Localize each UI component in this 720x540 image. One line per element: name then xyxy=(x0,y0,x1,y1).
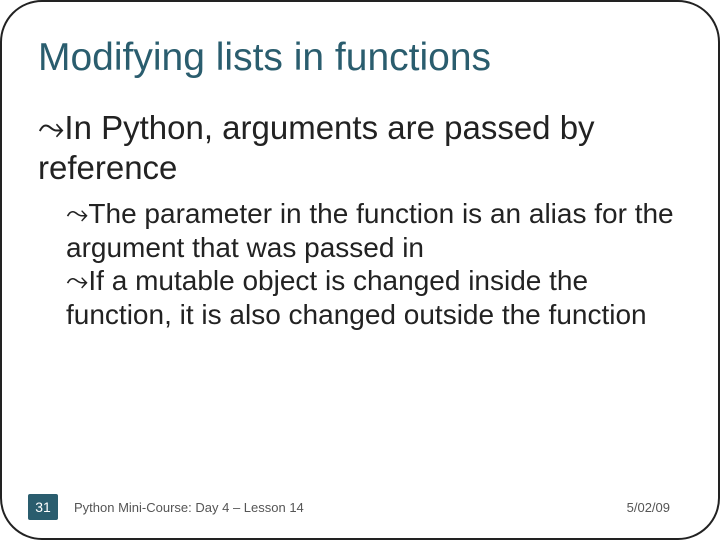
bullet-text-2: The parameter in the function is an alia… xyxy=(66,198,674,263)
bullet-icon: ⤳ xyxy=(38,109,64,146)
footer-date: 5/02/09 xyxy=(627,500,670,515)
footer-course: Python Mini-Course: Day 4 – Lesson 14 xyxy=(74,500,627,515)
bullet-text-1: In Python, arguments are passed by refer… xyxy=(38,109,595,186)
bullet-icon: ⤳ xyxy=(66,265,88,296)
bullet-icon: ⤳ xyxy=(66,198,88,229)
bullet-level1: ⤳In Python, arguments are passed by refe… xyxy=(38,108,682,187)
slide-title: Modifying lists in functions xyxy=(38,36,682,80)
page-number: 31 xyxy=(35,499,51,515)
footer: 31 Python Mini-Course: Day 4 – Lesson 14… xyxy=(2,494,718,520)
bullet-level2-2: ⤳If a mutable object is changed inside t… xyxy=(66,264,682,331)
bullet-level2-1: ⤳The parameter in the function is an ali… xyxy=(66,197,682,264)
bullet-text-3: If a mutable object is changed inside th… xyxy=(66,265,647,330)
slide-frame: Modifying lists in functions ⤳In Python,… xyxy=(0,0,720,540)
page-number-badge: 31 xyxy=(28,494,58,520)
